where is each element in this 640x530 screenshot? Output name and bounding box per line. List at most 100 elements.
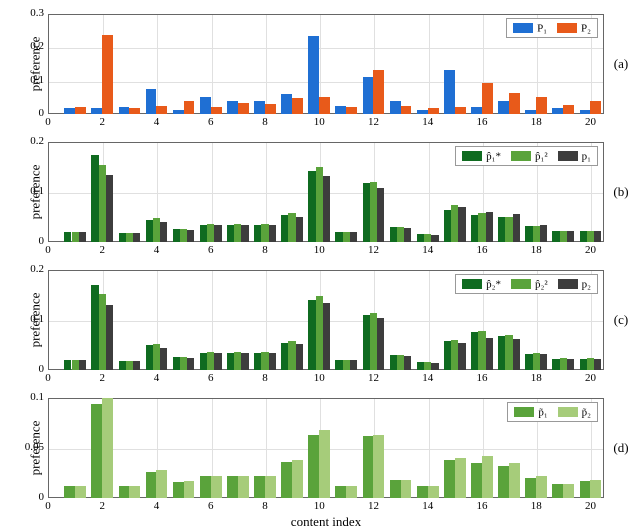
bar [525, 110, 536, 114]
bar [471, 463, 482, 498]
bar [401, 106, 412, 114]
bar [288, 213, 295, 242]
legend-label: p₂ [582, 278, 591, 290]
bar [587, 231, 594, 243]
bar [91, 404, 102, 498]
bar [200, 353, 207, 371]
bar [428, 108, 439, 114]
bar [99, 165, 106, 243]
bar [91, 285, 98, 370]
bar [173, 110, 184, 114]
bar [580, 231, 587, 242]
bar [536, 97, 547, 114]
bar [424, 234, 431, 242]
bar [560, 231, 567, 243]
bar [64, 232, 71, 242]
bar [482, 83, 493, 114]
bar [478, 213, 485, 242]
legend-swatch [511, 151, 531, 161]
xtick: 14 [422, 116, 433, 128]
bar [126, 233, 133, 242]
bar [227, 476, 238, 498]
bar [180, 229, 187, 243]
ytick: 0.3 [8, 7, 44, 19]
bar [590, 101, 601, 114]
bar [227, 101, 238, 114]
bar [241, 225, 248, 242]
bar [335, 360, 342, 370]
legend-label: p̂₁* [486, 150, 501, 162]
bar [404, 356, 411, 370]
bar [540, 354, 547, 370]
legend: p̃₁p̃₂ [507, 402, 598, 422]
bar [200, 225, 207, 243]
xtick: 18 [531, 500, 542, 512]
bar [431, 235, 438, 243]
bar [560, 358, 567, 370]
bar [234, 224, 241, 242]
bar [156, 106, 167, 114]
xtick: 16 [476, 500, 487, 512]
bar [153, 218, 160, 242]
bar [281, 215, 288, 243]
xtick: 14 [422, 500, 433, 512]
bar [265, 476, 276, 498]
panel-label: (b) [610, 184, 632, 200]
bar [323, 303, 330, 371]
bar [238, 476, 249, 498]
bar [363, 183, 370, 242]
bar [552, 359, 559, 370]
bar [343, 360, 350, 371]
xtick: 16 [476, 244, 487, 256]
bar [580, 481, 591, 498]
bar [72, 232, 79, 242]
panel-label: (d) [610, 440, 632, 456]
bar [254, 353, 261, 371]
bar [129, 486, 140, 498]
bar [281, 94, 292, 114]
legend-label: P₂ [581, 22, 591, 34]
legend-swatch [557, 23, 577, 33]
bar [269, 225, 276, 242]
bar [146, 89, 157, 114]
bar [350, 360, 357, 370]
xtick: 0 [45, 244, 51, 256]
bar [390, 355, 397, 370]
bar [335, 232, 342, 242]
ylabel: preference [27, 37, 43, 92]
xtick: 10 [314, 244, 325, 256]
legend-swatch [558, 279, 578, 289]
bar [498, 217, 505, 242]
bar [261, 224, 268, 242]
bar [444, 210, 451, 243]
bar [133, 233, 140, 242]
bar [153, 344, 160, 370]
bar [99, 294, 106, 370]
bar [214, 225, 221, 242]
bar [308, 171, 315, 243]
xtick: 10 [314, 372, 325, 384]
bar [335, 486, 346, 498]
bar [64, 360, 71, 370]
bar [79, 360, 86, 370]
bar [119, 361, 126, 370]
bar [269, 353, 276, 370]
bar [146, 345, 153, 370]
ytick: 0.1 [8, 391, 44, 403]
bar [187, 230, 194, 243]
bar [214, 353, 221, 370]
xtick: 0 [45, 116, 51, 128]
bar [119, 486, 130, 498]
legend: P₁P₂ [506, 18, 598, 38]
bar [238, 103, 249, 114]
xtick: 10 [314, 116, 325, 128]
bar [160, 348, 167, 371]
legend-swatch [558, 407, 578, 417]
bar [265, 104, 276, 114]
bar [377, 318, 384, 371]
legend: p̂₂*p̂₂²p₂ [455, 274, 598, 294]
xtick: 20 [585, 372, 596, 384]
xtick: 2 [99, 116, 105, 128]
bar [417, 234, 424, 242]
bar [444, 70, 455, 114]
